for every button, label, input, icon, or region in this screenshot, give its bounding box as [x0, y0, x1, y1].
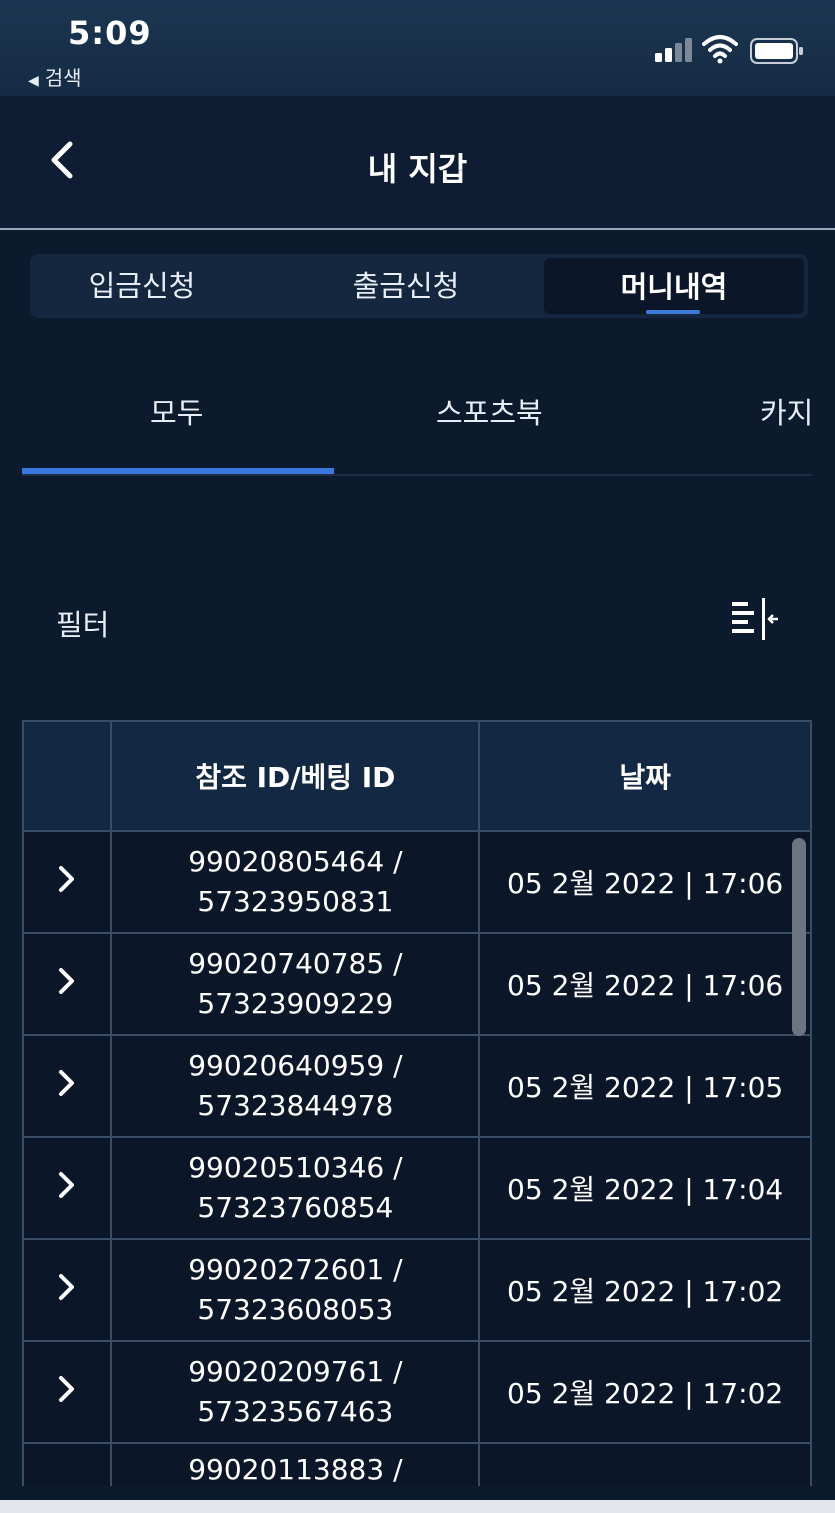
chevron-right-icon[interactable] — [57, 864, 77, 894]
row-expand[interactable] — [22, 1136, 113, 1240]
wallet-segmented-control: 입금신청 출금신청 머니내역 — [30, 254, 808, 318]
row-date: 05 2월 2022 | 17:02 — [478, 1238, 812, 1342]
table-row[interactable]: 99020113883 / — [22, 1442, 812, 1486]
header-expand — [22, 720, 113, 832]
segment-money-history[interactable]: 머니내역 — [544, 258, 804, 314]
ref-id-line: 99020272601 / — [188, 1253, 403, 1286]
chevron-right-icon[interactable] — [57, 1170, 77, 1200]
table-row[interactable]: 99020640959 / 57323844978 05 2월 2022 | 17… — [22, 1034, 812, 1138]
back-triangle-icon: ◀ — [28, 73, 39, 89]
ref-id-line: 99020510346 / — [188, 1151, 403, 1184]
filter-label: 필터 — [56, 608, 110, 642]
tab-active-indicator — [22, 468, 334, 474]
table-row[interactable]: 99020510346 / 57323760854 05 2월 2022 | 17… — [22, 1136, 812, 1240]
row-reference-id: 99020510346 / 57323760854 — [110, 1136, 481, 1240]
header-date: 날짜 — [478, 720, 812, 832]
table-scrollbar[interactable] — [792, 838, 806, 1036]
row-expand[interactable] — [22, 1442, 113, 1486]
chevron-right-icon[interactable] — [57, 1374, 77, 1404]
bet-id-line: 57323950831 — [197, 885, 394, 918]
ref-id-line: 99020640959 / — [188, 1049, 403, 1082]
segment-active-indicator — [646, 310, 700, 314]
chevron-right-icon[interactable] — [57, 966, 77, 996]
ref-id-line: 99020740785 / — [188, 947, 403, 980]
row-date: 05 2월 2022 | 17:06 — [478, 932, 812, 1036]
row-expand[interactable] — [22, 1238, 113, 1342]
table-row[interactable]: 99020805464 / 57323950831 05 2월 2022 | 17… — [22, 830, 812, 934]
row-expand[interactable] — [22, 1340, 113, 1444]
row-date — [478, 1442, 812, 1486]
money-history-table[interactable]: 참조 ID/베팅 ID 날짜 99020805464 / 57323950831 … — [22, 720, 812, 1486]
row-expand[interactable] — [22, 1034, 113, 1138]
tab-casino[interactable]: 카지 — [760, 390, 812, 432]
row-reference-id: 99020805464 / 57323950831 — [110, 830, 481, 934]
chevron-right-icon[interactable] — [57, 1272, 77, 1302]
table-row[interactable]: 99020272601 / 57323608053 05 2월 2022 | 17… — [22, 1238, 812, 1342]
table-row[interactable]: 99020209761 / 57323567463 05 2월 2022 | 17… — [22, 1340, 812, 1444]
back-to-search-label: 검색 — [44, 66, 82, 90]
table-row[interactable]: 99020740785 / 57323909229 05 2월 2022 | 17… — [22, 932, 812, 1036]
bet-id-line: 57323844978 — [197, 1089, 394, 1122]
page-header: 내 지갑 — [0, 96, 835, 230]
ref-id-line: 99020113883 / — [188, 1453, 403, 1486]
bet-id-line: 57323608053 — [197, 1293, 394, 1326]
row-reference-id: 99020113883 / — [110, 1442, 481, 1486]
bet-id-line: 57323909229 — [197, 987, 394, 1020]
ref-id-line: 99020209761 / — [188, 1355, 403, 1388]
row-expand[interactable] — [22, 830, 113, 934]
bet-id-line: 57323760854 — [197, 1191, 394, 1224]
status-time: 5:09 — [68, 14, 152, 52]
filter-sort-icon[interactable] — [730, 598, 780, 640]
page-title: 내 지갑 — [367, 150, 468, 188]
tab-all[interactable]: 모두 — [150, 390, 203, 432]
table-header-row: 참조 ID/베팅 ID 날짜 — [22, 720, 812, 832]
row-date: 05 2월 2022 | 17:06 — [478, 830, 812, 934]
segment-deposit[interactable]: 입금신청 — [30, 254, 254, 318]
row-reference-id: 99020640959 / 57323844978 — [110, 1034, 481, 1138]
segment-withdraw[interactable]: 출금신청 — [294, 254, 518, 318]
header-reference-id: 참조 ID/베팅 ID — [110, 720, 481, 832]
wifi-icon — [702, 35, 738, 64]
signal-icon — [655, 38, 692, 62]
tab-sportsbook[interactable]: 스포츠북 — [436, 390, 543, 432]
row-expand[interactable] — [22, 932, 113, 1036]
category-tabs: 모두 스포츠북 카지 — [22, 370, 812, 476]
bottom-edge — [0, 1500, 835, 1513]
back-to-search[interactable]: ◀ 검색 — [28, 62, 82, 91]
row-date: 05 2월 2022 | 17:04 — [478, 1136, 812, 1240]
row-reference-id: 99020209761 / 57323567463 — [110, 1340, 481, 1444]
ref-id-line: 99020805464 / — [188, 845, 403, 878]
row-date: 05 2월 2022 | 17:05 — [478, 1034, 812, 1138]
bet-id-line: 57323567463 — [197, 1395, 394, 1428]
row-reference-id: 99020272601 / 57323608053 — [110, 1238, 481, 1342]
battery-icon — [750, 38, 803, 64]
row-reference-id: 99020740785 / 57323909229 — [110, 932, 481, 1036]
chevron-right-icon[interactable] — [57, 1068, 77, 1098]
row-date: 05 2월 2022 | 17:02 — [478, 1340, 812, 1444]
status-bar: 5:09 ◀ 검색 — [0, 0, 835, 96]
